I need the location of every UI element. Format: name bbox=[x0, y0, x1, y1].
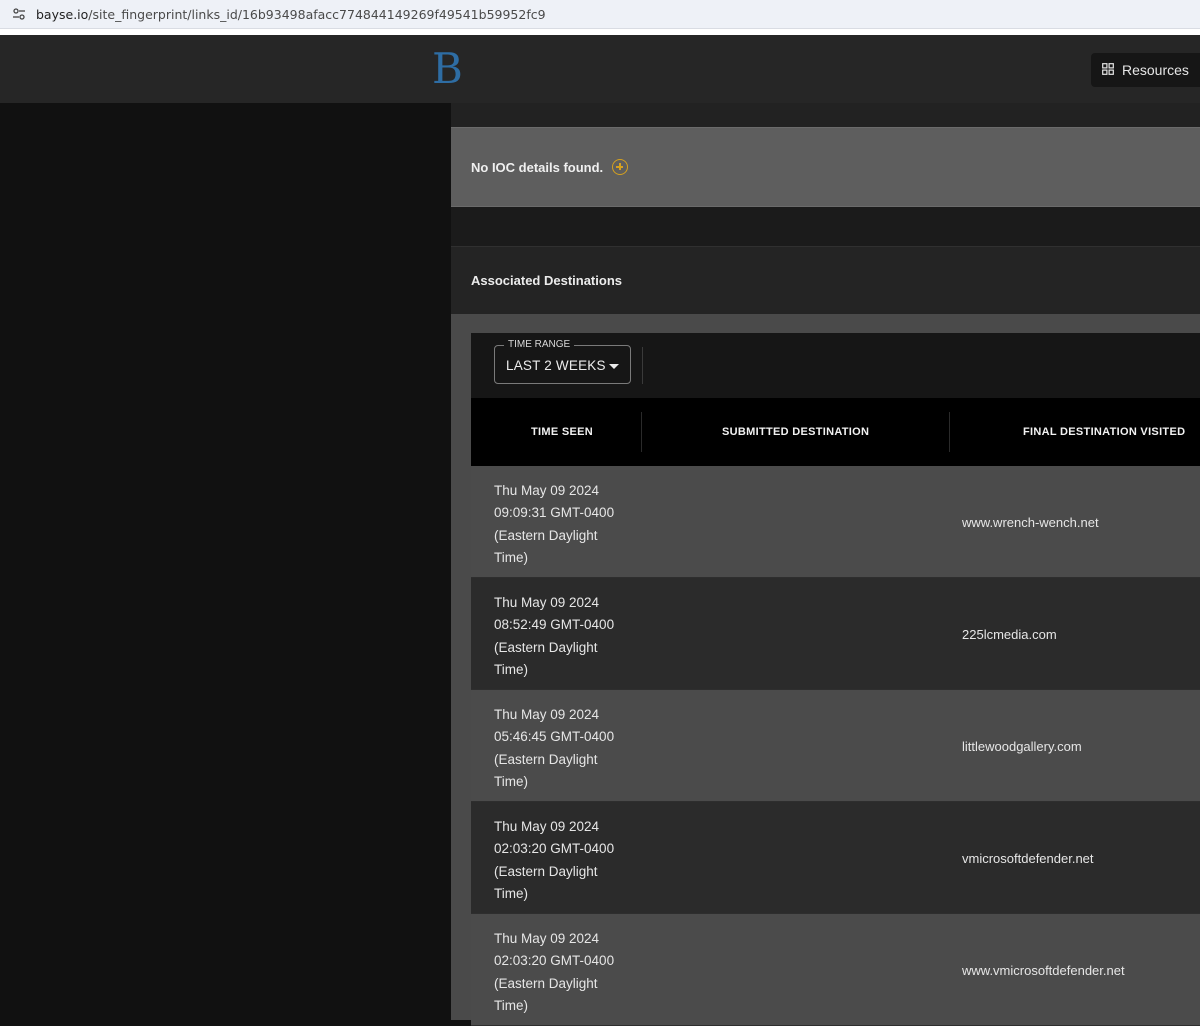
time-seen-line: (Eastern Daylight bbox=[494, 527, 598, 543]
column-header-submitted-destination[interactable]: SUBMITTED DESTINATION bbox=[722, 398, 869, 466]
resources-label: Resources bbox=[1122, 62, 1189, 78]
table-header: TIME SEEN SUBMITTED DESTINATION FINAL DE… bbox=[471, 398, 1200, 466]
column-divider[interactable] bbox=[641, 412, 642, 452]
time-seen-line: 02:03:20 GMT-0400 bbox=[494, 841, 615, 857]
table-row[interactable]: Thu May 09 2024 09:09:31 GMT-0400 (Easte… bbox=[471, 466, 1200, 578]
column-divider[interactable] bbox=[949, 412, 950, 452]
ioc-message: No IOC details found. bbox=[471, 159, 604, 175]
time-seen-line: (Eastern Daylight bbox=[494, 975, 598, 991]
table-row[interactable]: Thu May 09 2024 05:46:45 GMT-0400 (Easte… bbox=[471, 690, 1200, 802]
time-seen-line: Thu May 09 2024 bbox=[494, 483, 600, 498]
table-toolbar: TIME RANGE LAST 2 WEEKS bbox=[471, 333, 1200, 398]
time-seen-line: Thu May 09 2024 bbox=[494, 707, 600, 722]
time-seen-cell: Thu May 09 2024 02:03:20 GMT-0400 (Easte… bbox=[494, 928, 634, 1017]
time-seen-line: Time) bbox=[494, 773, 528, 789]
time-seen-line: Time) bbox=[494, 885, 528, 901]
final-destination-cell: www.vmicrosoftdefender.net bbox=[962, 962, 1125, 978]
associated-destinations-header: Associated Destinations bbox=[451, 246, 1200, 314]
time-range-select[interactable]: TIME RANGE LAST 2 WEEKS bbox=[494, 339, 631, 384]
time-seen-line: 02:03:20 GMT-0400 bbox=[494, 953, 615, 969]
time-seen-line: 08:52:49 GMT-0400 bbox=[494, 617, 615, 633]
time-seen-line: Time) bbox=[494, 549, 528, 565]
time-seen-cell: Thu May 09 2024 08:52:49 GMT-0400 (Easte… bbox=[494, 592, 634, 681]
associated-destinations-body: TIME RANGE LAST 2 WEEKS TIME SEEN SUBMIT… bbox=[451, 314, 1200, 1026]
time-seen-cell: Thu May 09 2024 02:03:20 GMT-0400 (Easte… bbox=[494, 816, 634, 905]
column-header-final-destination[interactable]: FINAL DESTINATION VISITED bbox=[1023, 398, 1185, 466]
grid-icon bbox=[1102, 62, 1114, 78]
time-seen-line: Thu May 09 2024 bbox=[494, 595, 600, 610]
column-header-time-seen[interactable]: TIME SEEN bbox=[531, 398, 593, 466]
time-range-label: TIME RANGE bbox=[504, 339, 575, 351]
time-range-value: LAST 2 WEEKS bbox=[506, 358, 606, 373]
final-destination-cell: www.wrench-wench.net bbox=[962, 514, 1099, 530]
url-text[interactable]: bayse.io/site_fingerprint/links_id/16b93… bbox=[36, 7, 546, 22]
time-seen-line: Thu May 09 2024 bbox=[494, 819, 600, 834]
url-host: bayse.io bbox=[36, 6, 89, 22]
app-header: B Resources bbox=[0, 35, 1200, 103]
final-destination-cell: vmicrosoftdefender.net bbox=[962, 850, 1094, 866]
section-title: Associated Destinations bbox=[471, 273, 622, 288]
time-seen-cell: Thu May 09 2024 05:46:45 GMT-0400 (Easte… bbox=[494, 704, 634, 793]
plus-circle-icon[interactable] bbox=[612, 159, 629, 175]
table-row[interactable]: Thu May 09 2024 02:03:20 GMT-0400 (Easte… bbox=[471, 914, 1200, 1026]
time-seen-line: Time) bbox=[494, 997, 528, 1013]
time-seen-line: 05:46:45 GMT-0400 bbox=[494, 729, 615, 745]
toolbar-divider bbox=[642, 347, 643, 384]
caret-down-icon bbox=[609, 364, 619, 369]
time-seen-line: (Eastern Daylight bbox=[494, 639, 598, 655]
main-content: No IOC details found. Associated Destina… bbox=[451, 103, 1200, 1026]
table-row[interactable]: Thu May 09 2024 02:03:20 GMT-0400 (Easte… bbox=[471, 802, 1200, 914]
tune-icon[interactable] bbox=[12, 7, 26, 21]
time-seen-line: (Eastern Daylight bbox=[494, 863, 598, 879]
logo[interactable]: B bbox=[432, 43, 463, 95]
time-seen-line: (Eastern Daylight bbox=[494, 751, 598, 767]
final-destination-cell: littlewoodgallery.com bbox=[962, 738, 1082, 754]
time-seen-cell: Thu May 09 2024 09:09:31 GMT-0400 (Easte… bbox=[494, 480, 634, 569]
destinations-table: TIME RANGE LAST 2 WEEKS TIME SEEN SUBMIT… bbox=[471, 333, 1200, 1026]
time-seen-line: Time) bbox=[494, 661, 528, 677]
table-row[interactable]: Thu May 09 2024 08:52:49 GMT-0400 (Easte… bbox=[471, 578, 1200, 690]
sidebar bbox=[0, 103, 451, 1020]
resources-button[interactable]: Resources bbox=[1091, 53, 1200, 87]
url-path: /site_fingerprint/links_id/16b93498afacc… bbox=[88, 6, 546, 22]
time-seen-line: Thu May 09 2024 bbox=[494, 931, 600, 946]
browser-address-bar[interactable]: bayse.io/site_fingerprint/links_id/16b93… bbox=[0, 0, 1200, 29]
ioc-card: No IOC details found. bbox=[451, 127, 1200, 207]
time-seen-line: 09:09:31 GMT-0400 bbox=[494, 505, 615, 521]
ioc-card-header bbox=[451, 103, 1200, 127]
final-destination-cell: 225lcmedia.com bbox=[962, 626, 1057, 642]
